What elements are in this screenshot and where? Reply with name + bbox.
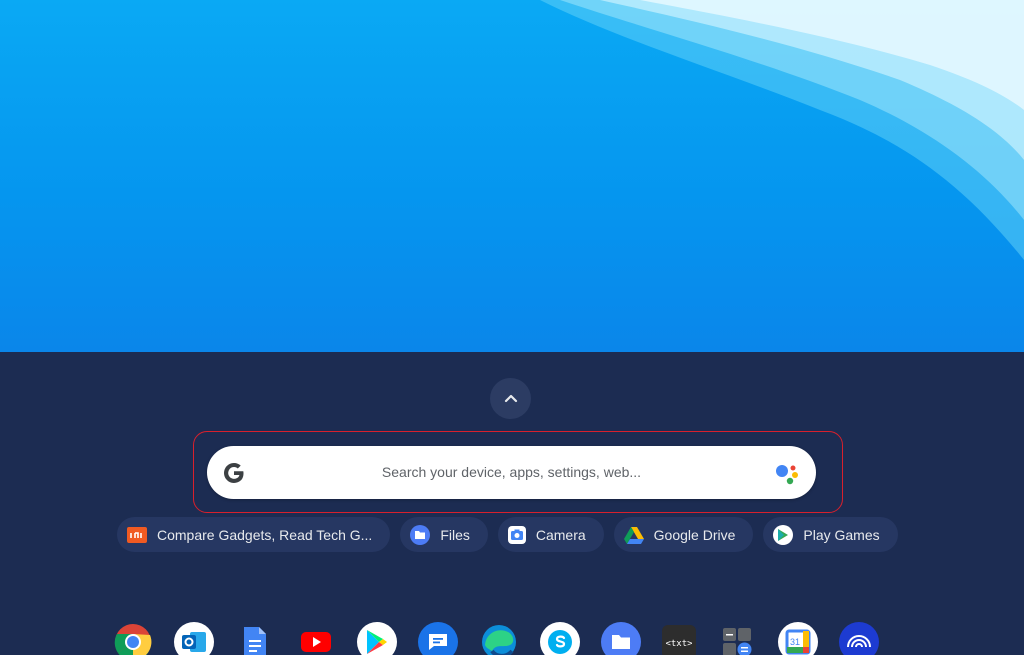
files-icon [410,524,431,545]
calculator-icon[interactable] [717,622,757,655]
chip-compare-gadgets[interactable]: Compare Gadgets, Read Tech G... [117,517,391,552]
play-store-icon[interactable] [357,622,397,655]
play-games-icon [773,524,794,545]
google-assistant-icon[interactable] [773,460,803,495]
camera-icon [507,525,526,544]
edge-icon[interactable] [479,622,519,655]
chip-label: Play Games [803,526,880,543]
launcher-search-bar[interactable]: Search your device, apps, settings, web.… [207,446,816,499]
messages-icon[interactable] [418,622,458,655]
wifi-app-icon[interactable] [839,622,879,655]
google-calendar-icon[interactable]: 31 [778,622,818,655]
files-app-icon[interactable] [601,622,641,655]
chip-camera[interactable]: Camera [497,517,604,552]
chip-files[interactable]: Files [400,517,488,552]
outlook-icon[interactable] [174,622,214,655]
google-docs-icon[interactable] [235,622,275,655]
skype-icon[interactable] [540,622,580,655]
chevron-up-icon [504,394,517,402]
chip-label: Compare Gadgets, Read Tech G... [157,526,373,543]
expand-launcher-button[interactable] [490,378,531,419]
suggestion-chips: Compare Gadgets, Read Tech G... Files Ca… [117,517,898,552]
shelf: <txt> 31 [113,622,879,655]
text-editor-icon[interactable]: <txt> [662,625,696,655]
chip-play-games[interactable]: Play Games [763,517,898,552]
chip-label: Google Drive [653,526,736,543]
google-drive-icon [623,525,644,545]
gadgets-site-icon [127,526,147,543]
wallpaper [0,0,1024,352]
youtube-icon[interactable] [296,622,336,655]
chip-label: Camera [535,526,586,543]
chrome-icon[interactable] [113,622,153,655]
chip-google-drive[interactable]: Google Drive [613,517,754,552]
search-placeholder: Search your device, apps, settings, web.… [381,464,642,480]
chip-label: Files [440,526,470,543]
svg-text:<txt>: <txt> [666,639,692,648]
svg-text:31: 31 [790,637,800,647]
chromeos-screen: Search your device, apps, settings, web.… [0,0,1024,655]
